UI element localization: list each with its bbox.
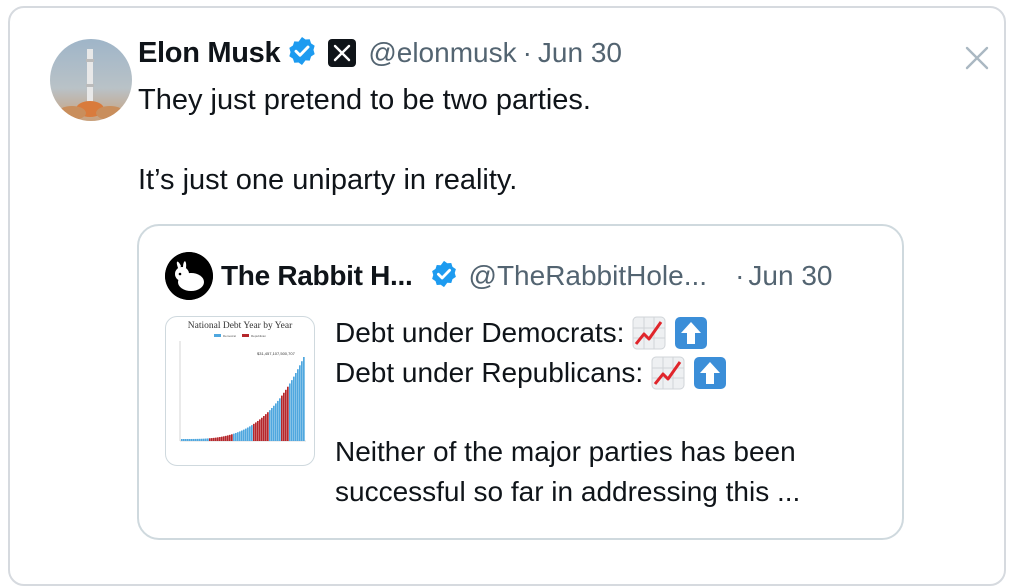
thumbnail-bar <box>215 437 217 441</box>
up-arrow-emoji-icon <box>693 356 727 390</box>
thumbnail-bar <box>289 383 291 441</box>
thumbnail-bar <box>241 430 243 441</box>
thumbnail-bar <box>199 438 201 441</box>
thumbnail-bar <box>245 428 247 441</box>
thumbnail-value-label: $31,457,107,500,707 <box>257 351 296 356</box>
thumbnail-bar <box>187 438 189 441</box>
thumbnail-bar <box>185 439 187 441</box>
thumbnail-bar <box>295 373 297 441</box>
thumbnail-bar <box>267 412 269 441</box>
quote-text-republicans: Debt under Republicans: <box>335 357 644 388</box>
thumbnail-bar <box>205 438 207 441</box>
author-name[interactable]: Elon Musk <box>138 37 281 70</box>
quote-text-line-3: Neither of the major parties has been <box>335 436 796 467</box>
thumbnail-bar <box>213 437 215 441</box>
avatar[interactable] <box>50 39 132 121</box>
tweet-date[interactable]: Jun 30 <box>538 37 622 69</box>
tweet-text-line-2: It’s just one uniparty in reality. <box>138 164 518 196</box>
quote-text-line-4: successful so far in addressing this ... <box>335 476 801 507</box>
thumbnail-bar <box>287 386 289 441</box>
thumbnail-bar <box>239 431 241 441</box>
thumbnail-bar <box>233 433 235 441</box>
quote-date[interactable]: Jun 30 <box>748 260 832 292</box>
thumbnail-bar <box>221 436 223 441</box>
quote-text-democrats: Debt under Democrats: <box>335 317 625 348</box>
quote-author-handle[interactable]: @TheRabbitHole... <box>469 260 708 292</box>
thumbnail-bar <box>293 376 295 441</box>
thumbnail-bar <box>249 426 251 441</box>
thumbnail-bar <box>303 357 305 441</box>
quote-text-line-1: Debt under Democrats: <box>335 316 708 350</box>
thumbnail-bar <box>243 429 245 441</box>
thumbnail-bar <box>271 408 273 441</box>
thumbnail-bar <box>253 423 255 441</box>
thumbnail-bar <box>219 437 221 441</box>
thumbnail-bar <box>197 438 199 441</box>
thumbnail-bar <box>299 365 301 441</box>
thumbnail-bar <box>181 439 183 441</box>
thumbnail-bar <box>217 437 219 441</box>
verified-badge-icon <box>286 35 318 72</box>
author-handle[interactable]: @elonmusk <box>368 37 516 69</box>
thumbnail-bar <box>183 439 185 441</box>
thumbnail-bar <box>191 438 193 441</box>
thumbnail-bar <box>261 417 263 441</box>
thumbnail-bar <box>237 432 239 441</box>
thumbnail-bar <box>285 389 287 441</box>
thumbnail-bar <box>275 403 277 441</box>
tweet-text-line-1: They just pretend to be two parties. <box>138 84 591 116</box>
thumbnail-bar <box>223 436 225 441</box>
thumbnail-bar <box>201 438 203 441</box>
thumbnail-bar <box>225 435 227 441</box>
thumbnail-bar <box>259 419 261 441</box>
thumbnail-bar <box>273 405 275 441</box>
thumbnail-bar <box>209 438 211 441</box>
thumbnail-title: National Debt Year by Year <box>188 321 293 331</box>
thumbnail-bar <box>269 410 271 441</box>
thumbnail-bar <box>301 361 303 441</box>
chart-increasing-emoji-icon <box>632 316 666 350</box>
thumbnail-bar <box>195 438 197 441</box>
tweet-header: Elon Musk @elonmusk · Jun 30 <box>138 33 622 73</box>
quote-author-name[interactable]: The Rabbit H... <box>221 260 413 292</box>
thumbnail-bar <box>265 414 267 441</box>
thumbnail-bar <box>203 438 205 441</box>
x-logo-icon <box>328 39 357 67</box>
thumbnail-bar <box>277 400 279 441</box>
up-arrow-emoji-icon <box>674 316 708 350</box>
quote-text-line-2: Debt under Republicans: <box>335 356 727 390</box>
quoted-tweet[interactable]: The Rabbit H... @TheRabbitHole... · Jun … <box>137 224 904 540</box>
thumbnail-bar <box>229 434 231 441</box>
thumbnail-bar <box>297 369 299 441</box>
close-icon[interactable] <box>963 44 991 72</box>
thumbnail-bar <box>193 438 195 441</box>
verified-badge-icon <box>429 259 459 294</box>
header-separator: · <box>522 37 532 68</box>
thumbnail-bar <box>281 395 283 441</box>
thumbnail-bar <box>263 416 265 441</box>
quote-separator: · <box>735 260 745 291</box>
thumbnail-bar <box>207 438 209 441</box>
thumbnail-bar <box>257 420 259 441</box>
thumbnail-bar <box>283 392 285 441</box>
thumbnail-legend-republican: Republican <box>251 334 266 338</box>
thumbnail-bar <box>291 380 293 441</box>
chart-increasing-emoji-icon <box>651 356 685 390</box>
thumbnail-bar <box>231 434 233 441</box>
thumbnail-bar <box>211 438 213 441</box>
thumbnail-bar <box>251 425 253 441</box>
thumbnail-bar <box>235 432 237 441</box>
thumbnail-bar <box>255 422 257 441</box>
thumbnail-legend-democrat: Democrat <box>223 334 236 338</box>
thumbnail-bar <box>227 435 229 441</box>
chart-thumbnail[interactable]: National Debt Year by Year Democrat Repu… <box>165 316 315 466</box>
rabbit-logo-icon[interactable] <box>165 252 213 300</box>
thumbnail-bar <box>247 427 249 441</box>
thumbnail-bar <box>189 438 191 441</box>
quote-header: The Rabbit H... @TheRabbitHole... · Jun … <box>221 256 832 296</box>
thumbnail-bar <box>279 398 281 441</box>
